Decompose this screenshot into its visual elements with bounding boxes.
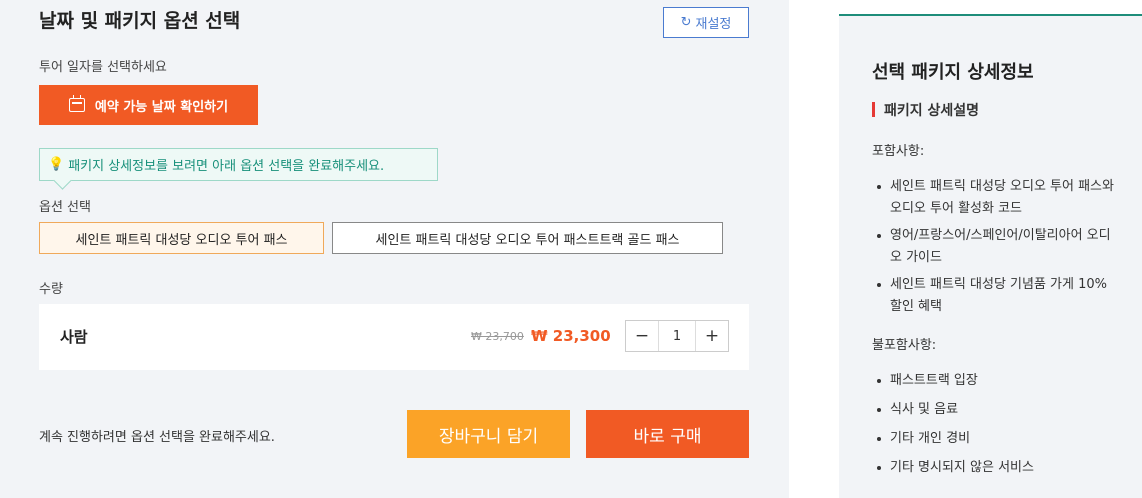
option-audio-tour-pass[interactable]: 세인트 패트릭 대성당 오디오 투어 패스 [39,222,324,254]
quantity-stepper: − 1 + [625,320,729,352]
buy-now-button[interactable]: 바로 구매 [586,410,749,458]
option-label-text: 세인트 패트릭 대성당 오디오 투어 패스트트랙 골드 패스 [375,232,680,248]
list-item: 기타 개인 경비 [872,428,1122,450]
option-panel: 날짜 및 패키지 옵션 선택 ↻ 재설정 투어 일자를 선택하세요 예약 가능 … [0,0,789,498]
excluded-label: 불포함사항: [872,338,937,353]
included-list: 세인트 패트릭 대성당 오디오 투어 패스와 오디오 투어 활성화 코드 영어/… [872,176,1122,318]
calendar-icon [68,95,85,112]
list-item: 세인트 패트릭 대성당 기념품 가게 10% 할인 혜택 [872,274,1122,318]
list-item: 패스트트랙 입장 [872,370,1122,392]
tooltip-text: 패키지 상세정보를 보려면 아래 옵션 선택을 완료해주세요. [68,159,385,174]
person-label: 사람 [60,328,88,346]
list-item: 세인트 패트릭 대성당 오디오 투어 패스와 오디오 투어 활성화 코드 [872,176,1122,220]
included-label: 포함사항: [872,144,925,159]
decrement-button[interactable]: − [626,321,658,351]
package-detail-panel: 선택 패키지 상세정보 패키지 상세설명 포함사항: 세인트 패트릭 대성당 오… [839,14,1142,498]
reset-label: 재설정 [695,17,732,32]
date-label: 투어 일자를 선택하세요 [39,60,167,75]
option-label: 옵션 선택 [39,200,91,215]
list-item: 식사 및 음료 [872,399,1122,421]
page-title: 날짜 및 패키지 옵션 선택 [39,10,241,32]
detail-title: 선택 패키지 상세정보 [872,62,1034,83]
add-to-cart-button[interactable]: 장바구니 담기 [407,410,570,458]
check-available-dates-button[interactable]: 예약 가능 날짜 확인하기 [39,85,258,125]
quantity-row: 사람 ₩ 23,700 ₩ 23,300 − 1 + [39,304,749,370]
option-label-text: 세인트 패트릭 대성당 오디오 투어 패스 [75,232,288,248]
option-fasttrack-gold-pass[interactable]: 세인트 패트릭 대성당 오디오 투어 패스트트랙 골드 패스 [332,222,723,254]
sale-price: ₩ 23,300 [531,327,611,345]
reset-button[interactable]: ↻ 재설정 [663,7,749,38]
detail-subtitle: 패키지 상세설명 [872,100,979,120]
tooltip-hint: 💡 패키지 상세정보를 보려면 아래 옵션 선택을 완료해주세요. [39,148,438,181]
quantity-label: 수량 [39,282,63,297]
increment-button[interactable]: + [696,321,728,351]
continue-message: 계속 진행하려면 옵션 선택을 완료해주세요. [39,430,275,445]
list-item: 기타 명시되지 않은 서비스 [872,457,1122,479]
list-item: 영어/프랑스어/스페인어/이탈리아어 오디오 가이드 [872,225,1122,269]
lightbulb-icon: 💡 [48,157,65,172]
excluded-list: 패스트트랙 입장 식사 및 음료 기타 개인 경비 기타 명시되지 않은 서비스 [872,370,1122,479]
original-price: ₩ 23,700 [471,330,524,343]
date-button-label: 예약 가능 날짜 확인하기 [94,99,229,115]
quantity-value[interactable]: 1 [658,321,696,351]
refresh-icon: ↻ [680,15,692,30]
